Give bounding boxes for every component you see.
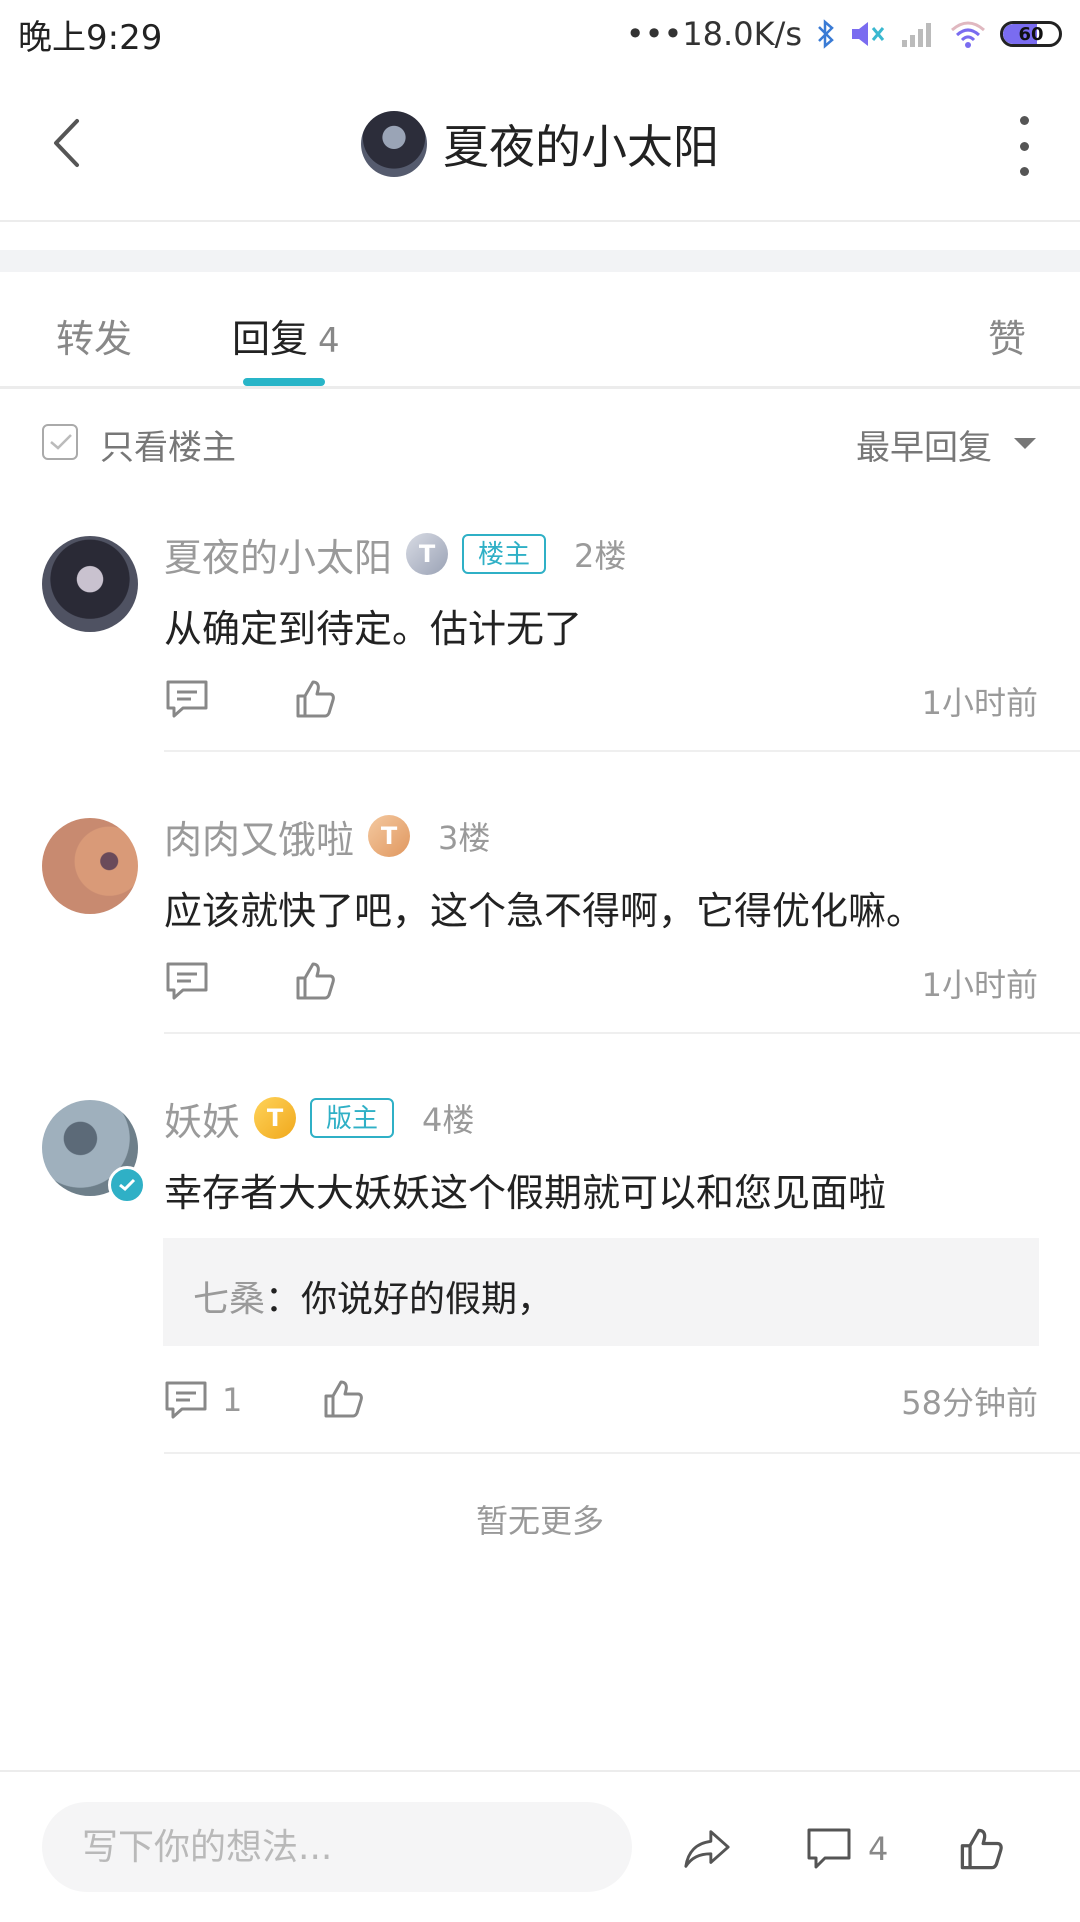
tab-count: 4 xyxy=(318,321,340,361)
username[interactable]: 妖妖 xyxy=(164,1091,240,1146)
quoted-reply[interactable]: 七桑：你说好的假期， xyxy=(163,1238,1039,1346)
header-user[interactable]: 夏夜的小太阳 xyxy=(0,108,1080,180)
no-more-label: 暂无更多 xyxy=(475,1502,604,1540)
comments-button[interactable]: 4 xyxy=(806,1822,888,1876)
reply-button[interactable] xyxy=(164,958,210,1004)
tab-replies[interactable]: 回复 4 xyxy=(232,308,340,363)
thumbs-up-icon xyxy=(324,1380,363,1418)
timestamp: 1小时前 xyxy=(921,966,1038,1004)
level-badge-icon: T xyxy=(368,815,411,857)
network-speed: •••18.0K/s xyxy=(625,15,802,53)
reply-button[interactable] xyxy=(164,676,210,722)
status-time: 晚上9:29 xyxy=(18,18,163,58)
quote-separator: ： xyxy=(265,1279,302,1320)
level-badge-icon: T xyxy=(254,1097,297,1139)
comment-text: 应该就快了吧，这个急不得啊，它得优化嘛。 xyxy=(164,889,925,933)
tab-label: 转发 xyxy=(56,317,133,361)
dot-icon xyxy=(1019,116,1029,125)
divider xyxy=(164,1452,1080,1454)
timestamp: 58分钟前 xyxy=(901,1384,1038,1422)
dot-icon xyxy=(1019,141,1029,151)
thumbs-up-icon xyxy=(960,1828,1003,1870)
avatar[interactable] xyxy=(42,818,138,914)
floor-number: 3楼 xyxy=(438,819,491,857)
comment-meta: 妖妖 T 版主 4楼 xyxy=(164,1094,475,1144)
comment-icon xyxy=(807,1828,851,1869)
bluetooth-icon xyxy=(818,19,834,49)
avatar[interactable] xyxy=(361,111,427,177)
check-icon xyxy=(50,434,72,450)
like-button[interactable] xyxy=(292,676,338,722)
timestamp: 1小时前 xyxy=(921,684,1038,722)
like-button[interactable] xyxy=(320,1376,366,1422)
active-tab-indicator xyxy=(243,378,325,386)
verified-badge-icon xyxy=(108,1166,146,1204)
header: 夏夜的小太阳 xyxy=(0,68,1080,222)
quoted-reply-text: 七桑：你说好的假期， xyxy=(193,1270,553,1322)
page-title: 夏夜的小太阳 xyxy=(443,120,719,174)
floor-number: 4楼 xyxy=(422,1101,475,1139)
comment-text: 幸存者大大妖妖这个假期就可以和您见面啦 xyxy=(164,1171,887,1215)
quote-author[interactable]: 七桑 xyxy=(193,1279,265,1320)
tab-bar: 转发 回复 4 赞 xyxy=(0,272,1080,389)
reply-count: 1 xyxy=(222,1381,243,1419)
comment-text: 从确定到待定。估计无了 xyxy=(164,607,583,651)
level-badge-icon: T xyxy=(406,533,449,575)
tab-repost[interactable]: 转发 xyxy=(56,308,132,363)
divider xyxy=(164,1032,1080,1034)
filter-row: 只看楼主 最早回复 xyxy=(0,390,1080,500)
quote-text: 你说好的假期， xyxy=(301,1279,554,1320)
signal-icon xyxy=(902,23,931,47)
moderator-tag: 版主 xyxy=(310,1098,395,1138)
share-button[interactable] xyxy=(682,1824,732,1874)
avatar[interactable] xyxy=(42,536,138,632)
sort-dropdown[interactable]: 最早回复 xyxy=(856,420,992,469)
more-options-button[interactable] xyxy=(1014,116,1034,176)
comment-input-box[interactable] xyxy=(42,1802,632,1892)
tab-label: 赞 xyxy=(988,317,1027,361)
like-button[interactable] xyxy=(292,958,338,1004)
comment-input[interactable] xyxy=(42,1802,632,1892)
comment-icon xyxy=(166,962,208,1000)
status-bar: 晚上9:29 •••18.0K/s 60 xyxy=(0,0,1080,68)
dot-icon xyxy=(1019,167,1029,176)
wifi-icon xyxy=(951,21,985,48)
op-tag: 楼主 xyxy=(462,534,547,574)
comment-icon xyxy=(165,1381,207,1419)
reply-button[interactable]: 1 xyxy=(164,1376,242,1424)
thumbs-up-icon xyxy=(296,680,335,718)
battery-level: 60 xyxy=(1018,23,1044,45)
comment-meta: 夏夜的小太阳 T 楼主 2楼 xyxy=(164,530,627,580)
divider xyxy=(164,750,1080,752)
comment-count: 4 xyxy=(868,1830,889,1868)
bottom-bar: 4 xyxy=(0,1770,1080,1922)
username[interactable]: 夏夜的小太阳 xyxy=(164,527,392,582)
mute-icon xyxy=(852,22,885,46)
share-icon xyxy=(684,1830,730,1868)
username[interactable]: 肉肉又饿啦 xyxy=(164,809,354,864)
only-op-label[interactable]: 只看楼主 xyxy=(100,420,236,469)
tab-label: 回复 xyxy=(232,317,309,361)
comment-icon xyxy=(166,680,208,718)
thumbs-up-icon xyxy=(296,962,335,1000)
tab-likes[interactable]: 赞 xyxy=(988,308,1026,363)
comment-meta: 肉肉又饿啦 T 3楼 xyxy=(164,812,491,862)
status-icons: •••18.0K/s 60 xyxy=(626,12,1062,56)
only-op-checkbox[interactable] xyxy=(42,424,78,460)
battery-icon: 60 xyxy=(1000,21,1062,47)
floor-number: 2楼 xyxy=(574,537,627,575)
section-divider xyxy=(0,250,1080,272)
like-post-button[interactable] xyxy=(956,1824,1006,1874)
caret-down-icon[interactable] xyxy=(1014,438,1036,449)
